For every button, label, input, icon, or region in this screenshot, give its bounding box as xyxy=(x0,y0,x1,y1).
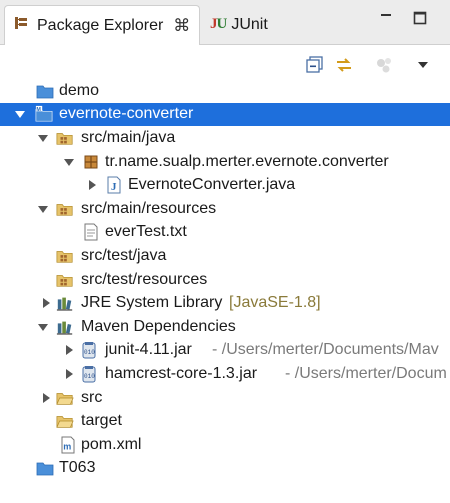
expanded-arrow-icon[interactable] xyxy=(37,132,49,144)
tree-item-pom-xml[interactable]: m pom.xml xyxy=(0,433,450,457)
tree-item-src-test-resources[interactable]: src/test/resources xyxy=(0,268,450,292)
expanded-arrow-icon[interactable] xyxy=(63,156,75,168)
tree-item-label: src xyxy=(81,388,103,406)
svg-text:010: 010 xyxy=(84,349,95,356)
minimize-icon[interactable] xyxy=(376,8,396,28)
java-file-icon: J xyxy=(105,176,123,194)
tree-item-label: Maven Dependencies xyxy=(81,317,236,335)
folder-icon xyxy=(56,412,74,430)
tree-item-label: demo xyxy=(59,81,100,99)
tree-item-label: evernote-converter xyxy=(59,105,194,123)
tree-item-label: src/main/resources xyxy=(81,199,217,217)
source-folder-icon xyxy=(56,200,74,218)
tree-item-target[interactable]: target xyxy=(0,409,450,433)
tab-package-explorer-label: Package Explorer xyxy=(37,16,164,34)
expanded-arrow-icon[interactable] xyxy=(14,108,26,120)
jar-icon: 010 xyxy=(80,341,98,359)
view-tab-bar: Package Explorer ⌘ JU JUnit xyxy=(0,0,450,45)
collapsed-arrow-icon[interactable] xyxy=(63,368,75,380)
collapsed-arrow-icon[interactable] xyxy=(40,297,52,309)
tree-item-demo[interactable]: demo xyxy=(0,79,450,103)
tree-item-evernote-converter[interactable]: M evernote-converter xyxy=(0,102,450,127)
tree-item-maven-dependencies[interactable]: Maven Dependencies xyxy=(0,315,450,339)
close-icon[interactable]: ⌘ xyxy=(173,16,190,36)
tree-item-src-main-resources[interactable]: src/main/resources xyxy=(0,197,450,221)
jar-icon: 010 xyxy=(80,365,98,383)
tree-item-label: junit-4.11.jar xyxy=(105,341,192,359)
tree-item-junit-jar[interactable]: 010 junit-4.11.jar - /Users/merter/Docum… xyxy=(0,339,450,363)
maven-pom-icon: m xyxy=(59,436,77,454)
tree-item-t063[interactable]: T063 xyxy=(0,457,450,481)
svg-text:J: J xyxy=(111,181,117,193)
folder-icon xyxy=(56,389,74,407)
junit-logo-u: U xyxy=(216,16,228,32)
expanded-arrow-icon[interactable] xyxy=(37,203,49,215)
project-folder-icon xyxy=(36,459,54,477)
source-folder-icon xyxy=(56,247,74,265)
tree-item-label: JRE System Library xyxy=(81,294,223,312)
text-file-icon xyxy=(82,223,100,241)
collapsed-arrow-icon[interactable] xyxy=(63,344,75,356)
tab-junit-label: JUnit xyxy=(231,15,268,33)
junit-icon: JU xyxy=(210,16,228,33)
tree-item-src-test-java[interactable]: src/test/java xyxy=(0,244,450,268)
tree-item-label: src/main/java xyxy=(81,128,176,146)
link-with-editor-icon[interactable] xyxy=(333,54,355,76)
package-icon xyxy=(82,153,100,171)
tree-item-label: target xyxy=(81,412,122,430)
tree-item-hamcrest-jar[interactable]: 010 hamcrest-core-1.3.jar - /Users/merte… xyxy=(0,362,450,386)
package-explorer-icon xyxy=(13,15,29,36)
tree-item-label: src/test/java xyxy=(81,246,167,264)
jar-path: - /Users/merter/Documents/Mav xyxy=(212,341,439,359)
tab-package-explorer[interactable]: Package Explorer ⌘ xyxy=(4,5,200,45)
tab-junit[interactable]: JU JUnit xyxy=(202,5,302,44)
tree-item-label: pom.xml xyxy=(81,435,142,453)
tree-item-evernoteconverter-java[interactable]: J EvernoteConverter.java xyxy=(0,173,450,197)
maven-project-icon: M xyxy=(35,105,53,123)
project-folder-icon xyxy=(36,82,54,100)
collapsed-arrow-icon[interactable] xyxy=(40,392,52,404)
tree-item-src[interactable]: src xyxy=(0,386,450,410)
svg-text:m: m xyxy=(63,441,71,451)
library-icon xyxy=(56,294,74,312)
package-tree: demo M evernote-converter src/main/java … xyxy=(0,79,450,480)
tree-item-src-main-java[interactable]: src/main/java xyxy=(0,126,450,150)
tree-item-package[interactable]: tr.name.sualp.merter.evernote.converter xyxy=(0,150,450,174)
focus-on-active-task-icon[interactable] xyxy=(373,54,395,76)
maximize-icon[interactable] xyxy=(410,8,430,28)
tree-item-label: tr.name.sualp.merter.evernote.converter xyxy=(105,152,389,170)
jre-version-decoration: [JavaSE-1.8] xyxy=(229,294,321,312)
expanded-arrow-icon[interactable] xyxy=(37,321,49,333)
source-folder-icon xyxy=(56,271,74,289)
tree-item-label: src/test/resources xyxy=(81,270,208,288)
svg-text:010: 010 xyxy=(84,373,95,380)
tree-item-label: everTest.txt xyxy=(105,223,187,241)
library-icon xyxy=(56,318,74,336)
tree-item-evertest-txt[interactable]: everTest.txt xyxy=(0,221,450,245)
svg-text:M: M xyxy=(36,107,41,113)
tree-item-label: hamcrest-core-1.3.jar xyxy=(105,364,258,382)
tree-item-label: EvernoteConverter.java xyxy=(128,176,296,194)
jar-path: - /Users/merter/Docum xyxy=(285,364,447,382)
tree-item-jre-system-library[interactable]: JRE System Library [JavaSE-1.8] xyxy=(0,291,450,315)
collapse-all-icon[interactable] xyxy=(304,54,326,76)
source-folder-icon xyxy=(56,129,74,147)
view-menu-icon[interactable] xyxy=(412,54,434,76)
tree-item-label: T063 xyxy=(59,459,96,477)
collapsed-arrow-icon[interactable] xyxy=(86,179,98,191)
